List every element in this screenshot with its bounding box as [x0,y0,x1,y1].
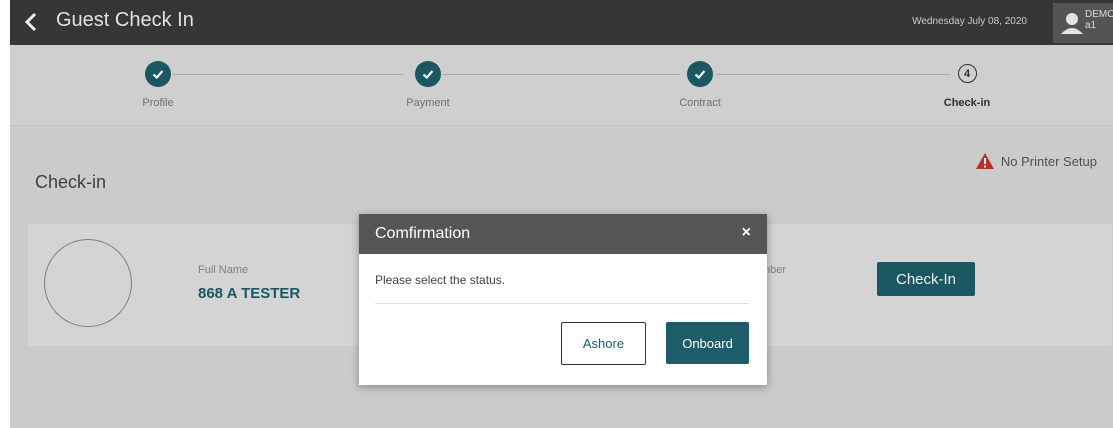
dialog-title: Comfirmation [375,225,471,242]
dialog-message: Please select the status. [375,273,506,287]
dialog-header: Comfirmation × [359,214,767,254]
app-window: Guest Check In Wednesday July 08, 2020 D… [10,0,1113,428]
confirmation-dialog: Comfirmation × Please select the status.… [359,214,767,385]
onboard-button[interactable]: Onboard [666,322,749,364]
ashore-button[interactable]: Ashore [561,322,646,365]
dialog-divider [375,303,749,304]
close-icon[interactable]: × [742,224,751,242]
